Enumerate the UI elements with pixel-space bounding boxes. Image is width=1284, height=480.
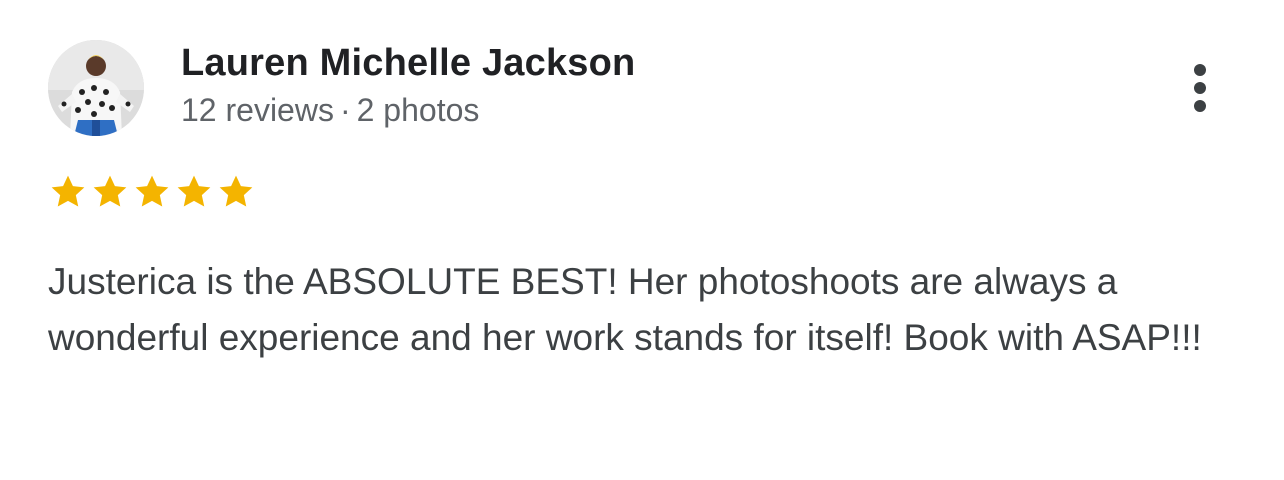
review-text: Justerica is the ABSOLUTE BEST! Her phot…	[48, 261, 1202, 358]
author-review-count: 12 reviews	[181, 92, 334, 128]
more-options-button[interactable]	[1180, 56, 1220, 120]
meta-separator: ·	[339, 92, 351, 128]
author-avatar[interactable]	[48, 40, 144, 136]
star-icon	[174, 172, 214, 216]
author-name[interactable]: Lauren Michelle Jackson	[181, 42, 635, 85]
star-icon	[132, 172, 172, 216]
star-icon	[216, 172, 256, 216]
author-photo-count: 2 photos	[356, 92, 480, 128]
avatar-photo	[48, 40, 144, 136]
author-meta: 12 reviews · 2 photos	[181, 92, 479, 129]
review-card: Lauren Michelle Jackson 12 reviews · 2 pho…	[0, 0, 1284, 480]
star-icon	[48, 172, 88, 216]
star-icon	[90, 172, 130, 216]
star-rating	[48, 172, 256, 216]
